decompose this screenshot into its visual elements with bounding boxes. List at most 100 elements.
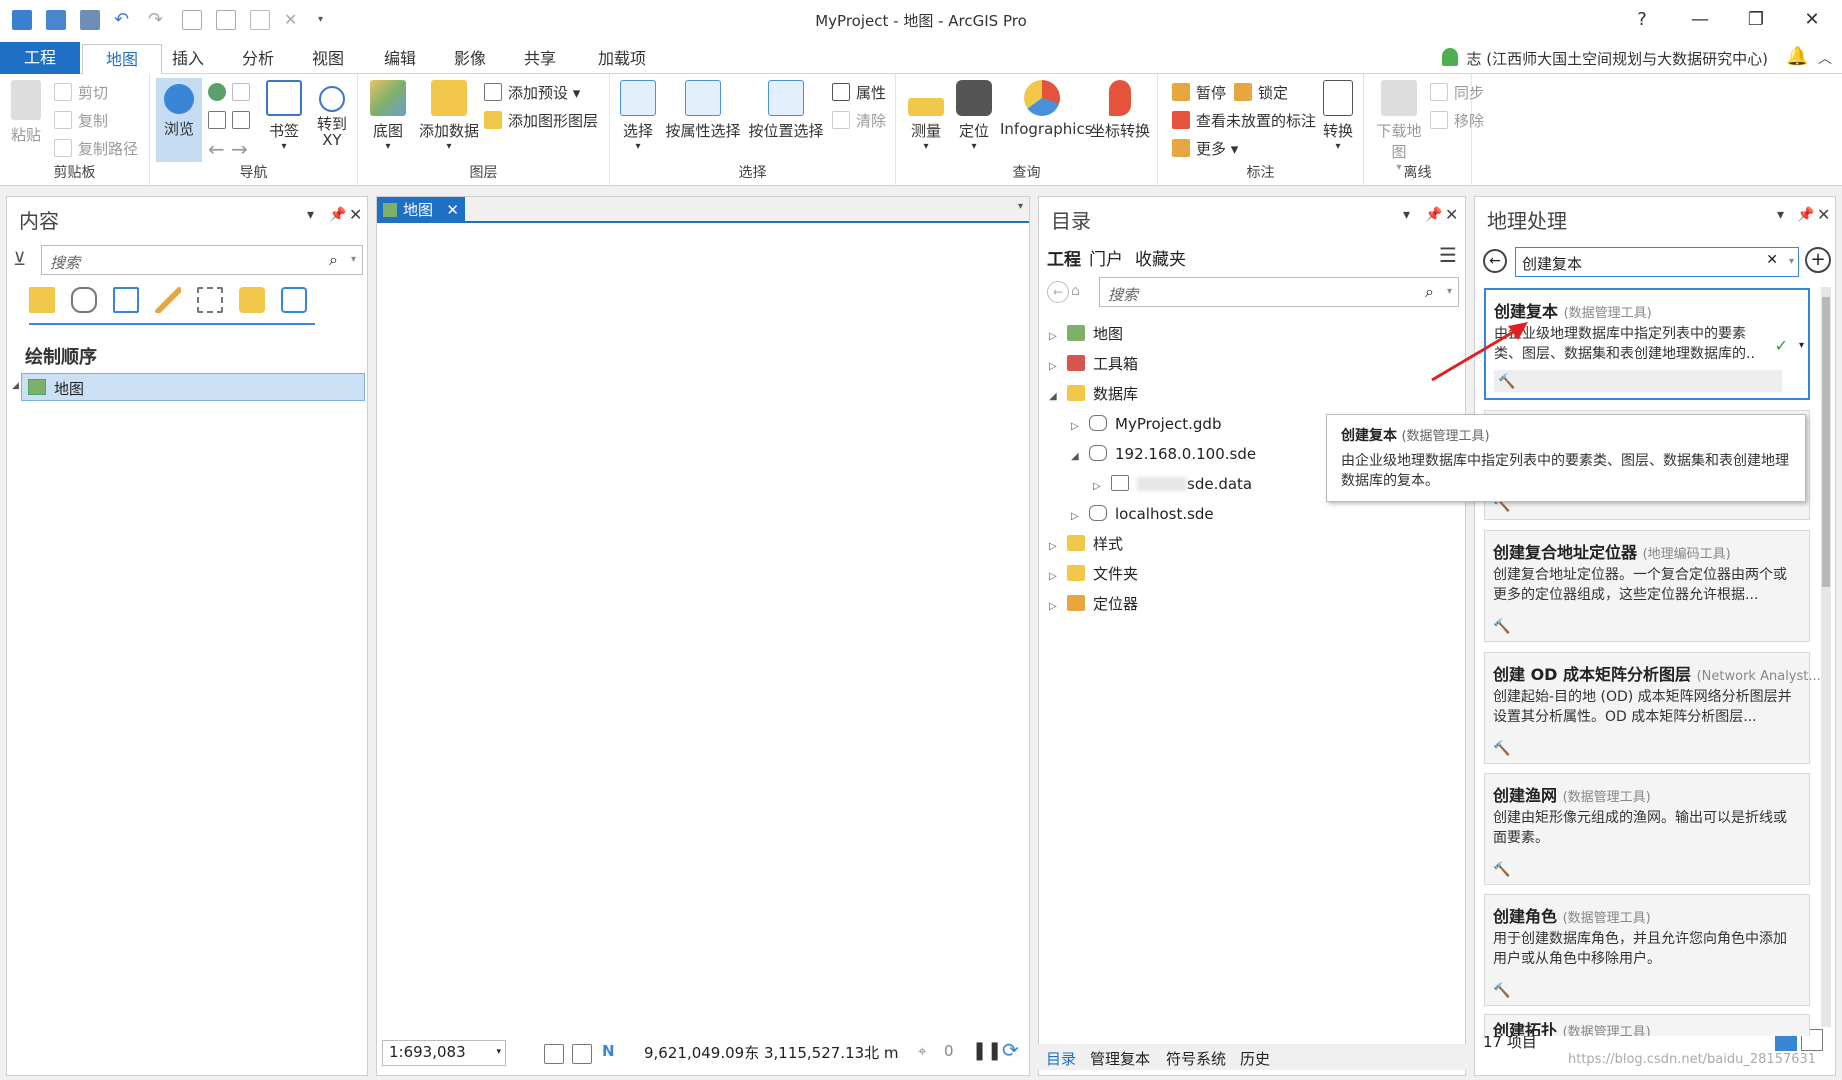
map-layer-item[interactable]: ◢ 地图: [12, 373, 365, 401]
gp-search-input[interactable]: 创建复本 ✕ ▾: [1515, 247, 1799, 277]
catalog-pin-icon[interactable]: 📌: [1425, 207, 1442, 223]
tool-card-od-cost-matrix[interactable]: 创建 OD 成本矩阵分析图层 (Network Analyst... 创建起始-…: [1484, 652, 1821, 764]
catalog-search-input[interactable]: 搜索 ⌕ ▾: [1099, 277, 1459, 307]
tree-item-sde-192[interactable]: ◢ 192.168.0.100.sde: [1071, 441, 1256, 467]
user-account[interactable]: 志 (江西师大国土空间规划与大数据研究中心): [1467, 48, 1768, 69]
data-source-icon[interactable]: [71, 287, 97, 313]
bottom-tab-symbology[interactable]: 符号系统: [1166, 1048, 1226, 1069]
catalog-menu-icon[interactable]: ▾: [1403, 207, 1410, 223]
tool-card-composite-locator[interactable]: 创建复合地址定位器 (地理编码工具) 创建复合地址定位器。一个复合定位器由两个或…: [1484, 530, 1810, 642]
catalog-back-icon[interactable]: ←: [1047, 281, 1069, 303]
tab-insert[interactable]: 插入: [166, 44, 210, 74]
catalog-search-dropdown-icon[interactable]: ▾: [1447, 286, 1452, 297]
map-tab-dropdown-icon[interactable]: ▾: [1018, 201, 1023, 212]
catalog-tab-favorites[interactable]: 收藏夹: [1135, 245, 1186, 270]
measure-button[interactable]: 测量 ▾: [904, 80, 948, 152]
convert-button[interactable]: 转换 ▾: [1318, 80, 1358, 152]
gp-back-icon[interactable]: ←: [1483, 249, 1507, 273]
bookmark-add-icon[interactable]: [518, 1044, 538, 1064]
infographics-button[interactable]: Infographics: [1000, 80, 1093, 138]
bookmarks-button[interactable]: 书签 ▾: [262, 80, 306, 152]
tab-share[interactable]: 共享: [518, 44, 562, 74]
grid-settings-icon[interactable]: [544, 1044, 564, 1064]
tree-item-databases[interactable]: ◢ 数据库: [1049, 381, 1138, 407]
contents-search-input[interactable]: 搜索 ⌕ ▾: [41, 245, 363, 275]
basemap-button[interactable]: 底图 ▾: [366, 80, 410, 152]
bottom-tab-catalog[interactable]: 目录: [1046, 1048, 1076, 1069]
tree-item-folders[interactable]: ▷ 文件夹: [1049, 561, 1138, 587]
gp-close-icon[interactable]: ✕: [1817, 205, 1830, 224]
copy-button[interactable]: 复制: [54, 110, 108, 132]
select-button[interactable]: 选择 ▾: [618, 80, 658, 152]
close-button[interactable]: ✕: [1792, 6, 1832, 34]
attributes-button[interactable]: 属性: [832, 82, 886, 104]
editing-icon[interactable]: [155, 287, 181, 313]
tool-card-fishnet[interactable]: 创建渔网 (数据管理工具) 创建由矩形像元组成的渔网。输出可以是折线或面要素。 …: [1484, 773, 1810, 885]
tab-addins[interactable]: 加载项: [592, 44, 652, 74]
minimize-button[interactable]: —: [1680, 6, 1720, 34]
bottom-tab-manage-replicas[interactable]: 管理复本: [1090, 1048, 1150, 1069]
gp-scrollbar[interactable]: [1821, 287, 1831, 1027]
tree-item-styles[interactable]: ▷ 样式: [1049, 531, 1123, 557]
refresh-icon[interactable]: ⟳: [1002, 1038, 1019, 1062]
sync-button[interactable]: 同步: [1430, 82, 1484, 104]
explore-button[interactable]: 浏览: [156, 78, 202, 162]
map-tab-close-icon[interactable]: ✕: [446, 197, 459, 223]
tab-map[interactable]: 地图: [82, 44, 162, 75]
contents-pin-icon[interactable]: 📌: [329, 207, 346, 223]
catalog-tab-portal[interactable]: 门户: [1089, 245, 1123, 270]
coordinate-conversion-button[interactable]: 坐标转换: [1088, 80, 1152, 141]
tree-item-localhost-sde[interactable]: ▷ localhost.sde: [1071, 501, 1214, 527]
filter-icon[interactable]: ⊻: [13, 249, 26, 270]
prev-next-extent-button[interactable]: ← →: [208, 138, 248, 160]
drawing-order-icon[interactable]: [29, 287, 55, 313]
tool-card-create-topology[interactable]: 创建拓扑 (数据管理工具): [1484, 1014, 1810, 1036]
notification-bell-icon[interactable]: 🔔: [1786, 46, 1808, 67]
map-canvas[interactable]: [377, 225, 1029, 1035]
pause-drawing-icon[interactable]: ❚❚: [972, 1040, 1002, 1061]
contents-close-icon[interactable]: ✕: [349, 205, 362, 224]
map-tab[interactable]: 地图 ✕: [377, 197, 465, 223]
collapse-ribbon-icon[interactable]: ︿: [1818, 48, 1832, 68]
expand-icon[interactable]: ◢: [12, 381, 19, 391]
tab-project[interactable]: 工程: [0, 42, 80, 74]
symbology-icon[interactable]: [281, 287, 307, 313]
help-button[interactable]: ?: [1622, 6, 1662, 34]
select-by-attributes-button[interactable]: 按属性选择: [664, 80, 742, 141]
tab-imagery[interactable]: 影像: [448, 44, 492, 74]
bottom-tab-history[interactable]: 历史: [1240, 1048, 1270, 1069]
tool-card-create-role[interactable]: 创建角色 (数据管理工具) 用于创建数据库角色，并且允许您向角色中添加用户或从角…: [1484, 894, 1810, 1006]
goto-xy-button[interactable]: 转到 XY: [310, 80, 354, 148]
table-grid-icon[interactable]: [572, 1044, 592, 1064]
gp-menu-icon[interactable]: ▾: [1777, 207, 1784, 223]
cut-button[interactable]: 剪切: [54, 82, 108, 104]
selection-list-icon[interactable]: [113, 287, 139, 313]
add-preset-button[interactable]: 添加预设 ▾: [484, 82, 580, 104]
snapping-icon[interactable]: [197, 287, 223, 313]
add-graphics-layer-button[interactable]: 添加图形图层: [484, 110, 598, 132]
search-dropdown-icon[interactable]: ▾: [351, 254, 356, 265]
add-data-button[interactable]: 添加数据 ▾: [414, 80, 484, 152]
download-map-button[interactable]: 下载地图 ▾: [1370, 80, 1428, 173]
more-labeling-button[interactable]: 更多 ▾: [1172, 138, 1238, 160]
full-extent-button[interactable]: [208, 82, 256, 104]
tab-analysis[interactable]: 分析: [236, 44, 280, 74]
tool-options-dropdown-icon[interactable]: ▾: [1799, 340, 1804, 351]
tree-item-maps[interactable]: ▷ 地图: [1049, 321, 1123, 347]
paste-button[interactable]: 粘贴: [6, 80, 46, 145]
select-by-location-button[interactable]: 按位置选择: [746, 80, 826, 141]
add-toolbox-icon[interactable]: +: [1805, 247, 1831, 273]
copy-path-button[interactable]: 复制路径: [54, 138, 138, 160]
tree-item-sde-data[interactable]: ▷ sde.data: [1093, 471, 1252, 497]
restore-button[interactable]: ❐: [1736, 6, 1776, 34]
catalog-hamburger-icon[interactable]: ☰: [1439, 243, 1457, 267]
zoom-in-out-button[interactable]: [208, 110, 256, 132]
tree-item-toolboxes[interactable]: ▷ 工具箱: [1049, 351, 1138, 377]
contents-menu-icon[interactable]: ▾: [307, 207, 314, 223]
tree-item-locators[interactable]: ▷ 定位器: [1049, 591, 1138, 617]
catalog-close-icon[interactable]: ✕: [1445, 205, 1458, 224]
locate-button[interactable]: 定位 ▾: [952, 80, 996, 152]
labeling-icon[interactable]: [239, 287, 265, 313]
gp-scrollbar-thumb[interactable]: [1822, 297, 1830, 587]
catalog-home-icon[interactable]: ⌂: [1071, 283, 1080, 299]
